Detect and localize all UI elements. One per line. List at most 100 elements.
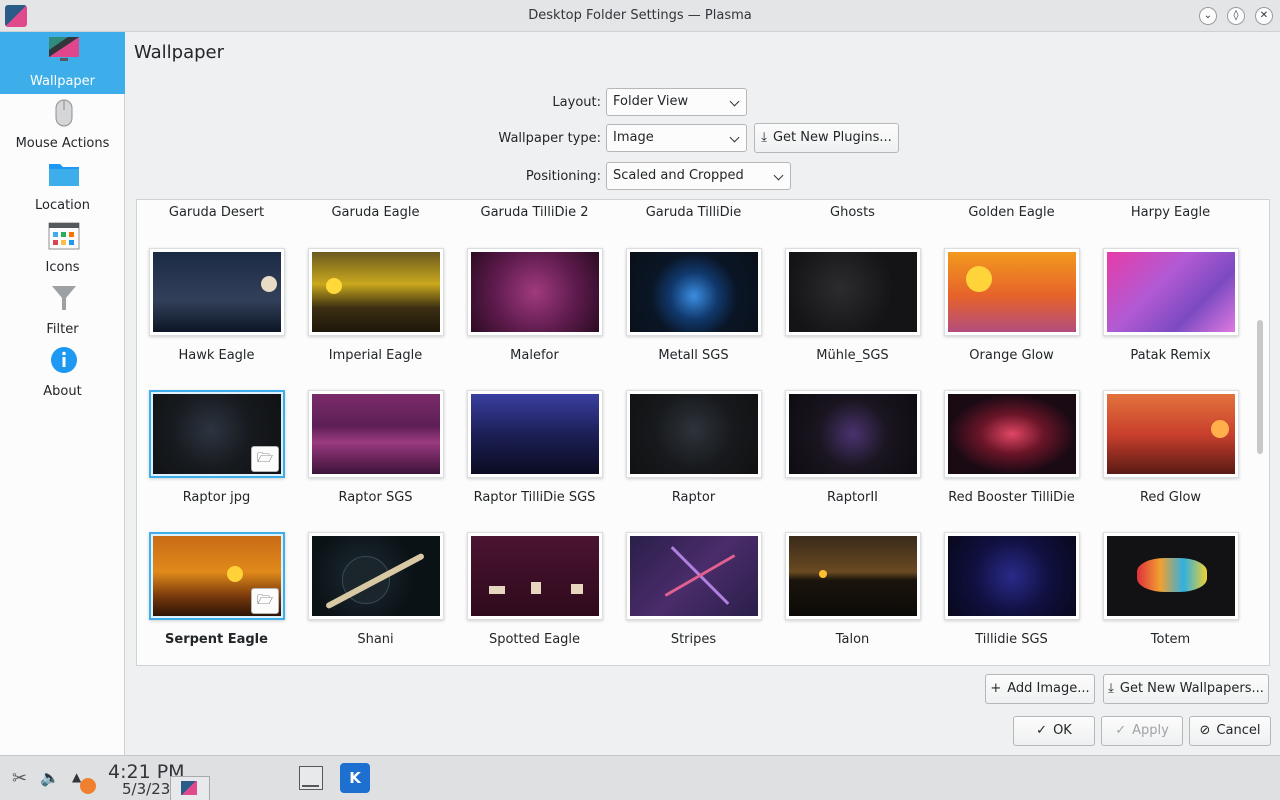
plasma-app-icon: [181, 781, 197, 795]
wallpaper-caption: Stripes: [670, 632, 717, 647]
wallpaper-caption[interactable]: Garuda TilliDie 2: [455, 205, 614, 220]
wallpaper-caption: Tillidie SGS: [975, 632, 1048, 647]
get-new-plugins-button[interactable]: ⤓ Get New Plugins...: [754, 123, 899, 153]
download-icon: ⤓: [761, 130, 767, 145]
wallpaper-item-talon[interactable]: Talon: [773, 532, 932, 665]
chevron-down-icon: [729, 132, 740, 143]
page-title: Wallpaper: [134, 42, 225, 63]
volume-icon[interactable]: 🔈: [40, 768, 60, 787]
wallpaper-item-hawk-eagle[interactable]: Hawk Eagle: [137, 248, 296, 390]
wallpaper-caption: Patak Remix: [1130, 348, 1211, 363]
wallpaper-thumbnail: [153, 252, 281, 332]
info-icon: [48, 346, 78, 374]
sidebar-item-location[interactable]: Location: [0, 156, 125, 218]
wallpaper-item-imperial-eagle[interactable]: Imperial Eagle: [296, 248, 455, 390]
wallpaper-thumbnail: [789, 252, 917, 332]
sidebar-item-filter[interactable]: Filter: [0, 280, 125, 342]
chevron-down-icon: [773, 170, 784, 181]
scrollbar-thumb[interactable]: [1257, 320, 1263, 454]
layout-select[interactable]: Folder View: [606, 88, 747, 116]
wallpaper-type-select[interactable]: Image: [606, 124, 747, 152]
app-tray-icon[interactable]: [80, 778, 96, 794]
wallpaper-item-raptor-jpg[interactable]: 🗁 Raptor jpg: [137, 390, 296, 532]
settings-content: Wallpaper Layout: Folder View Wallpaper …: [126, 32, 1280, 755]
wallpaper-caption: Mühle_SGS: [816, 348, 889, 363]
wallpaper-item-red-glow[interactable]: Red Glow: [1091, 390, 1250, 532]
wallpaper-caption[interactable]: Garuda Eagle: [296, 205, 455, 220]
wallpaper-thumbnail: [1107, 252, 1235, 332]
wallpaper-item-shani[interactable]: Shani: [296, 532, 455, 665]
title-bar: Desktop Folder Settings — Plasma ⌄ ◊ ✕: [0, 0, 1280, 32]
wallpaper-item-raptor-tillidie-sgs[interactable]: Raptor TilliDie SGS: [455, 390, 614, 532]
sidebar-item-icons[interactable]: Icons: [0, 218, 125, 280]
wallpaper-item-muhle-sgs[interactable]: Mühle_SGS: [773, 248, 932, 390]
wallpaper-type-value: Image: [613, 130, 654, 145]
wallpaper-caption: Talon: [835, 632, 870, 647]
clock-date[interactable]: 5/3/23: [122, 780, 170, 798]
wallpaper-item-serpent-eagle[interactable]: 🗁 Serpent Eagle: [137, 532, 296, 665]
wallpaper-caption[interactable]: Harpy Eagle: [1091, 205, 1250, 220]
positioning-label: Positioning:: [525, 169, 601, 184]
wallpaper-caption: Metall SGS: [658, 348, 729, 363]
folder-icon: [48, 160, 79, 188]
add-image-button[interactable]: + Add Image...: [985, 674, 1095, 704]
wallpaper-thumbnail: [471, 536, 599, 616]
wallpaper-caption[interactable]: Golden Eagle: [932, 205, 1091, 220]
wallpaper-caption: Serpent Eagle: [165, 632, 268, 647]
wallpaper-thumbnail: [789, 394, 917, 474]
sidebar-item-label: Wallpaper: [29, 74, 96, 89]
scissors-icon[interactable]: ✂: [12, 768, 27, 789]
wallpaper-thumbnail: [948, 536, 1076, 616]
show-desktop-icon[interactable]: [299, 766, 323, 790]
wallpaper-item-spotted-eagle[interactable]: Spotted Eagle: [455, 532, 614, 665]
wallpaper-item-raptor[interactable]: Raptor: [614, 390, 773, 532]
wallpaper-caption: Raptor: [671, 490, 716, 505]
layout-value: Folder View: [613, 94, 689, 109]
sidebar-item-wallpaper[interactable]: Wallpaper: [0, 32, 125, 94]
download-icon: ⤓: [1108, 681, 1114, 696]
wallpaper-caption[interactable]: Garuda Desert: [137, 205, 296, 220]
positioning-select[interactable]: Scaled and Cropped: [606, 162, 791, 190]
wallpaper-item-totem[interactable]: Totem: [1091, 532, 1250, 665]
wallpaper-caption[interactable]: Garuda TilliDie: [614, 205, 773, 220]
wallpaper-item-stripes[interactable]: Stripes: [614, 532, 773, 665]
sidebar-item-mouse-actions[interactable]: Mouse Actions: [0, 94, 125, 156]
cancel-button[interactable]: ⊘ Cancel: [1189, 716, 1271, 746]
wallpaper-item-raptor-sgs[interactable]: Raptor SGS: [296, 390, 455, 532]
filter-icon: [48, 284, 78, 312]
taskbar-task-settings[interactable]: [170, 776, 210, 800]
wallpaper-thumbnail: [630, 536, 758, 616]
folder-icon: 🗁: [256, 593, 274, 608]
sidebar-item-about[interactable]: About: [0, 342, 125, 404]
close-button[interactable]: ✕: [1255, 7, 1273, 25]
wallpaper-caption: Totem: [1150, 632, 1191, 647]
icons-icon: [48, 222, 80, 250]
wallpaper-item-tillidie-sgs[interactable]: Tillidie SGS: [932, 532, 1091, 665]
grid-scrollbar[interactable]: [1251, 200, 1269, 665]
wallpaper-item-red-booster-tillidie[interactable]: Red Booster TilliDie: [932, 390, 1091, 532]
wallpaper-thumbnail: [471, 394, 599, 474]
wallpaper-caption: Red Glow: [1139, 490, 1202, 505]
wallpaper-caption[interactable]: Ghosts: [773, 205, 932, 220]
layout-label: Layout:: [552, 95, 601, 110]
wallpaper-item-malefor[interactable]: Malefor: [455, 248, 614, 390]
wallpaper-thumbnail: [471, 252, 599, 332]
open-folder-button[interactable]: 🗁: [251, 446, 279, 472]
open-folder-button[interactable]: 🗁: [251, 588, 279, 614]
wallpaper-item-metall-sgs[interactable]: Metall SGS: [614, 248, 773, 390]
wallpaper-caption: Hawk Eagle: [178, 348, 255, 363]
wallpaper-item-raptorii[interactable]: RaptorII: [773, 390, 932, 532]
ok-button[interactable]: ✓ OK: [1013, 716, 1095, 746]
minimize-button[interactable]: ⌄: [1199, 7, 1217, 25]
folder-icon: 🗁: [256, 451, 274, 466]
wallpaper-item-orange-glow[interactable]: Orange Glow: [932, 248, 1091, 390]
wallpaper-thumbnail: [948, 252, 1076, 332]
apply-button[interactable]: ✓ Apply: [1101, 716, 1183, 746]
wallpaper-thumbnail: [948, 394, 1076, 474]
wallpaper-item-patak-remix[interactable]: Patak Remix: [1091, 248, 1250, 390]
maximize-button[interactable]: ◊: [1227, 7, 1245, 25]
kde-launcher-icon[interactable]: K: [340, 763, 370, 793]
get-new-wallpapers-button[interactable]: ⤓ Get New Wallpapers...: [1103, 674, 1269, 704]
wallpaper-thumbnail: [312, 252, 440, 332]
wallpaper-caption: Spotted Eagle: [488, 632, 581, 647]
